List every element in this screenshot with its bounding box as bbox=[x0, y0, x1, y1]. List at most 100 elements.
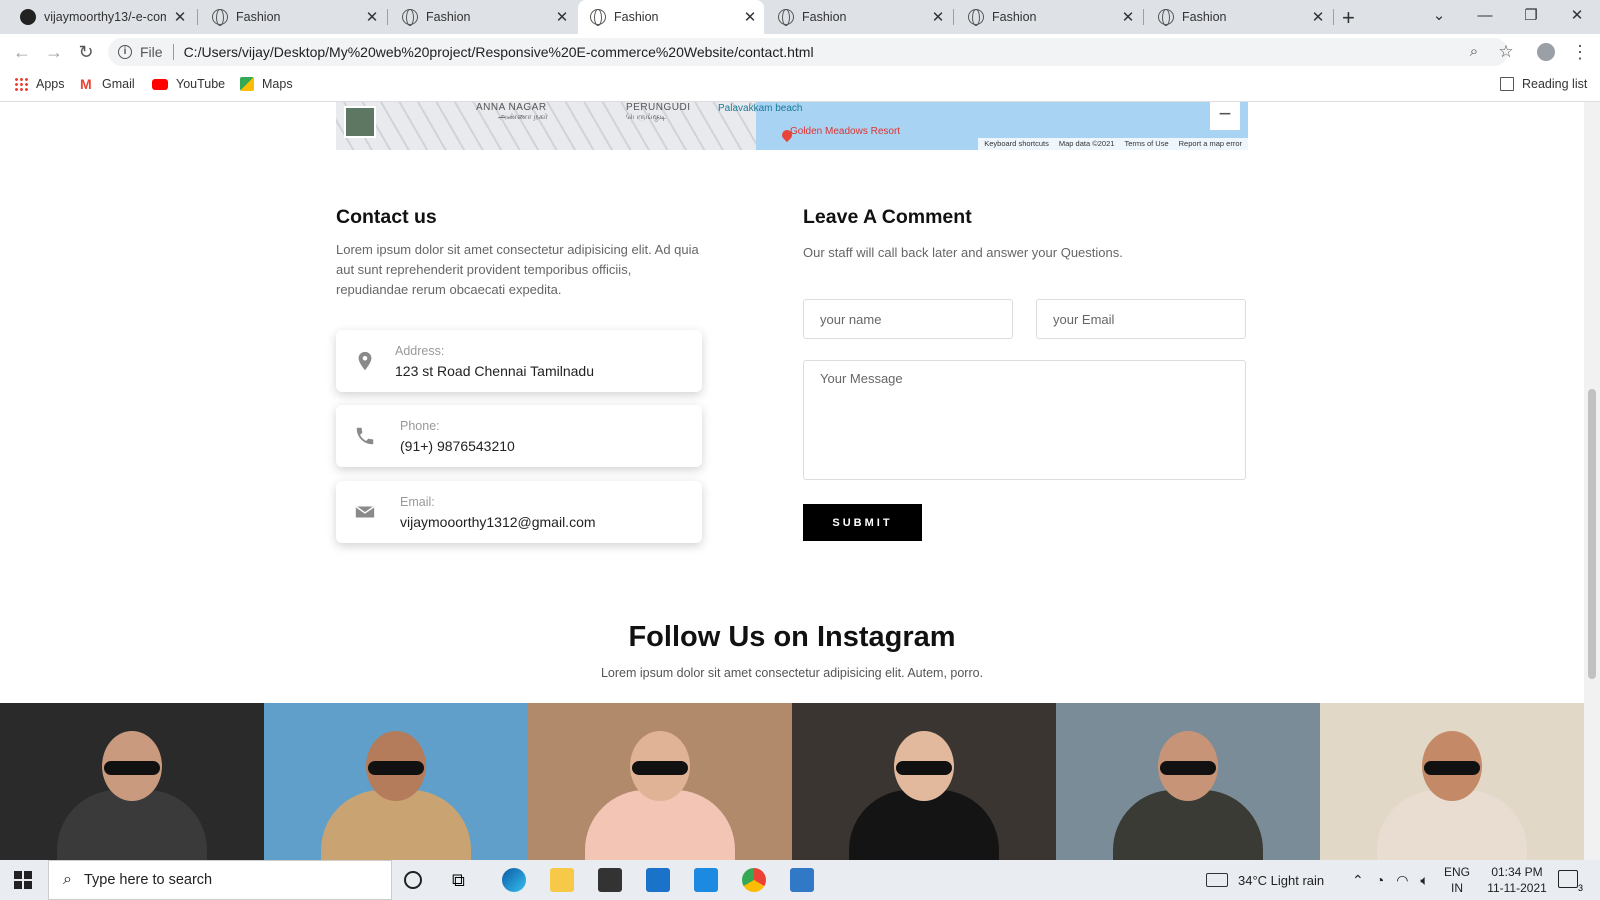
bookmark-label: Maps bbox=[262, 77, 293, 91]
tab-fashion-active[interactable]: Fashion ✕ bbox=[578, 0, 764, 34]
tab-fashion-2[interactable]: Fashion ✕ bbox=[390, 0, 576, 34]
page-content: ANNA NAGAR அண்ணா நகர் PERUNGUDI பெருங்கு… bbox=[0, 102, 1584, 860]
submit-button[interactable]: SUBMIT bbox=[803, 504, 922, 541]
notification-count: 3 bbox=[1577, 883, 1583, 893]
edge-icon[interactable] bbox=[502, 868, 526, 892]
weather-text: 34°C Light rain bbox=[1238, 872, 1325, 888]
envelope-icon bbox=[355, 505, 375, 518]
back-arrow-icon[interactable]: ← bbox=[10, 40, 34, 64]
profile-avatar-icon[interactable] bbox=[1534, 40, 1558, 64]
close-icon[interactable]: ✕ bbox=[1114, 8, 1142, 26]
email-card: Email: vijaymooorthy1312@gmail.com bbox=[336, 481, 702, 543]
map-label: பெருங்குடி bbox=[626, 112, 667, 121]
tab-fashion-4[interactable]: Fashion ✕ bbox=[766, 0, 952, 34]
bookmark-youtube[interactable]: YouTube bbox=[152, 77, 225, 91]
language-indicator[interactable]: ENG IN bbox=[1444, 864, 1470, 896]
file-label: File bbox=[140, 44, 163, 60]
close-icon[interactable]: ✕ bbox=[358, 8, 386, 26]
instagram-photo[interactable] bbox=[1056, 703, 1320, 860]
search-icon: ⌕ bbox=[63, 871, 72, 888]
taskbar-search[interactable]: ⌕ Type here to search bbox=[48, 860, 392, 900]
date-text: 11-11-2021 bbox=[1487, 881, 1547, 895]
message-field[interactable] bbox=[803, 360, 1246, 480]
forward-arrow-icon[interactable]: → bbox=[42, 40, 66, 64]
tab-github[interactable]: vijaymoorthy13/-e-com ✕ bbox=[8, 0, 194, 34]
file-explorer-icon[interactable] bbox=[550, 868, 574, 892]
restore-button[interactable]: ❐ bbox=[1508, 0, 1554, 34]
menu-dots-icon[interactable]: ⋮ bbox=[1568, 40, 1592, 64]
reload-icon[interactable]: ↻ bbox=[74, 40, 98, 64]
minimize-button[interactable]: — bbox=[1462, 0, 1508, 34]
globe-icon bbox=[402, 8, 418, 26]
instagram-photo[interactable] bbox=[792, 703, 1056, 860]
contact-title: Contact us bbox=[336, 206, 437, 228]
window-close-button[interactable]: ✕ bbox=[1554, 0, 1600, 34]
globe-icon bbox=[1158, 8, 1174, 26]
store-icon[interactable] bbox=[598, 868, 622, 892]
bookmark-gmail[interactable]: M Gmail bbox=[80, 77, 135, 91]
map-footer-link: Map data ©2021 bbox=[1058, 139, 1115, 148]
tab-title: Fashion bbox=[614, 10, 659, 24]
bookmark-apps[interactable]: Apps bbox=[14, 77, 65, 91]
photos-icon[interactable] bbox=[790, 868, 814, 892]
chrome-icon[interactable] bbox=[742, 868, 766, 892]
map-label: Golden Meadows Resort bbox=[790, 126, 901, 137]
browser-toolbar: ← → ↻ i File C:/Users/vijay/Desktop/My%2… bbox=[0, 34, 1600, 70]
cortana-icon[interactable] bbox=[404, 871, 422, 889]
windows-start-icon[interactable] bbox=[14, 871, 32, 889]
notification-icon[interactable]: 3 bbox=[1558, 870, 1583, 893]
globe-icon bbox=[778, 8, 794, 26]
wifi-icon[interactable]: ◠ bbox=[1396, 872, 1408, 889]
name-field[interactable] bbox=[803, 299, 1013, 339]
zoom-icon[interactable]: ⌕ bbox=[1462, 40, 1486, 64]
page-scrollbar[interactable] bbox=[1584, 102, 1600, 860]
chevron-up-icon[interactable]: ⌃ bbox=[1352, 872, 1364, 889]
close-icon[interactable]: ✕ bbox=[548, 8, 576, 26]
zoom-out-button[interactable]: − bbox=[1210, 102, 1240, 130]
url-text[interactable]: C:/Users/vijay/Desktop/My%20web%20projec… bbox=[184, 44, 814, 60]
email-field[interactable] bbox=[1036, 299, 1246, 339]
tab-search-icon[interactable]: ⌄ bbox=[1416, 0, 1462, 34]
tab-fashion-6[interactable]: Fashion ✕ bbox=[1146, 0, 1332, 34]
phone-card: Phone: (91+) 9876543210 bbox=[336, 405, 702, 467]
taskbar-search-text: Type here to search bbox=[83, 872, 213, 888]
vscode-icon[interactable] bbox=[694, 868, 718, 892]
instagram-photo[interactable] bbox=[528, 703, 792, 860]
bookmark-maps[interactable]: Maps bbox=[240, 77, 293, 91]
reading-list-button[interactable]: Reading list bbox=[1500, 77, 1587, 91]
close-icon[interactable]: ✕ bbox=[1304, 8, 1332, 26]
instagram-gallery bbox=[0, 703, 1584, 860]
bookmark-label: Gmail bbox=[102, 77, 135, 91]
tab-fashion-1[interactable]: Fashion ✕ bbox=[200, 0, 386, 34]
weather-widget[interactable]: 34°C Light rain bbox=[1206, 860, 1324, 900]
bookmark-star-icon[interactable]: ☆ bbox=[1494, 40, 1518, 64]
close-icon[interactable]: ✕ bbox=[924, 8, 952, 26]
instagram-photo[interactable] bbox=[1320, 703, 1584, 860]
mail-icon[interactable] bbox=[646, 868, 670, 892]
map-footer-link[interactable]: Terms of Use bbox=[1124, 139, 1168, 149]
volume-icon[interactable]: 🔈︎ bbox=[1420, 872, 1428, 889]
address-bar[interactable]: i File C:/Users/vijay/Desktop/My%20web%2… bbox=[108, 38, 1508, 66]
address-label: Address: bbox=[395, 344, 445, 358]
instagram-photo[interactable] bbox=[264, 703, 528, 860]
tab-fashion-5[interactable]: Fashion ✕ bbox=[956, 0, 1142, 34]
scrollbar-thumb[interactable] bbox=[1588, 389, 1596, 679]
close-icon[interactable]: ✕ bbox=[736, 8, 764, 26]
address-value: 123 st Road Chennai Tamilnadu bbox=[395, 363, 594, 379]
map-footer-link[interactable]: Keyboard shortcuts bbox=[984, 139, 1049, 149]
instagram-photo[interactable] bbox=[0, 703, 264, 860]
reading-list-icon bbox=[1500, 77, 1514, 91]
close-icon[interactable]: ✕ bbox=[166, 8, 194, 26]
info-icon[interactable]: i bbox=[118, 45, 132, 59]
network-icon[interactable]: ◔ bbox=[1376, 872, 1384, 888]
clock[interactable]: 01:34 PM 11-11-2021 bbox=[1486, 864, 1548, 896]
instagram-subtitle: Lorem ipsum dolor sit amet consectetur a… bbox=[600, 666, 984, 680]
map-satellite-toggle[interactable] bbox=[344, 106, 376, 138]
new-tab-button[interactable]: + bbox=[1342, 5, 1355, 31]
phone-value: (91+) 9876543210 bbox=[400, 438, 515, 454]
map-footer-link[interactable]: Report a map error bbox=[1179, 139, 1242, 149]
task-view-icon[interactable]: ⧉ bbox=[452, 868, 476, 892]
system-tray[interactable]: ⌃ ◔ ◠ 🔈︎ bbox=[1352, 860, 1429, 900]
google-map[interactable]: ANNA NAGAR அண்ணா நகர் PERUNGUDI பெருங்கு… bbox=[336, 102, 1248, 150]
weather-icon bbox=[1206, 873, 1228, 887]
